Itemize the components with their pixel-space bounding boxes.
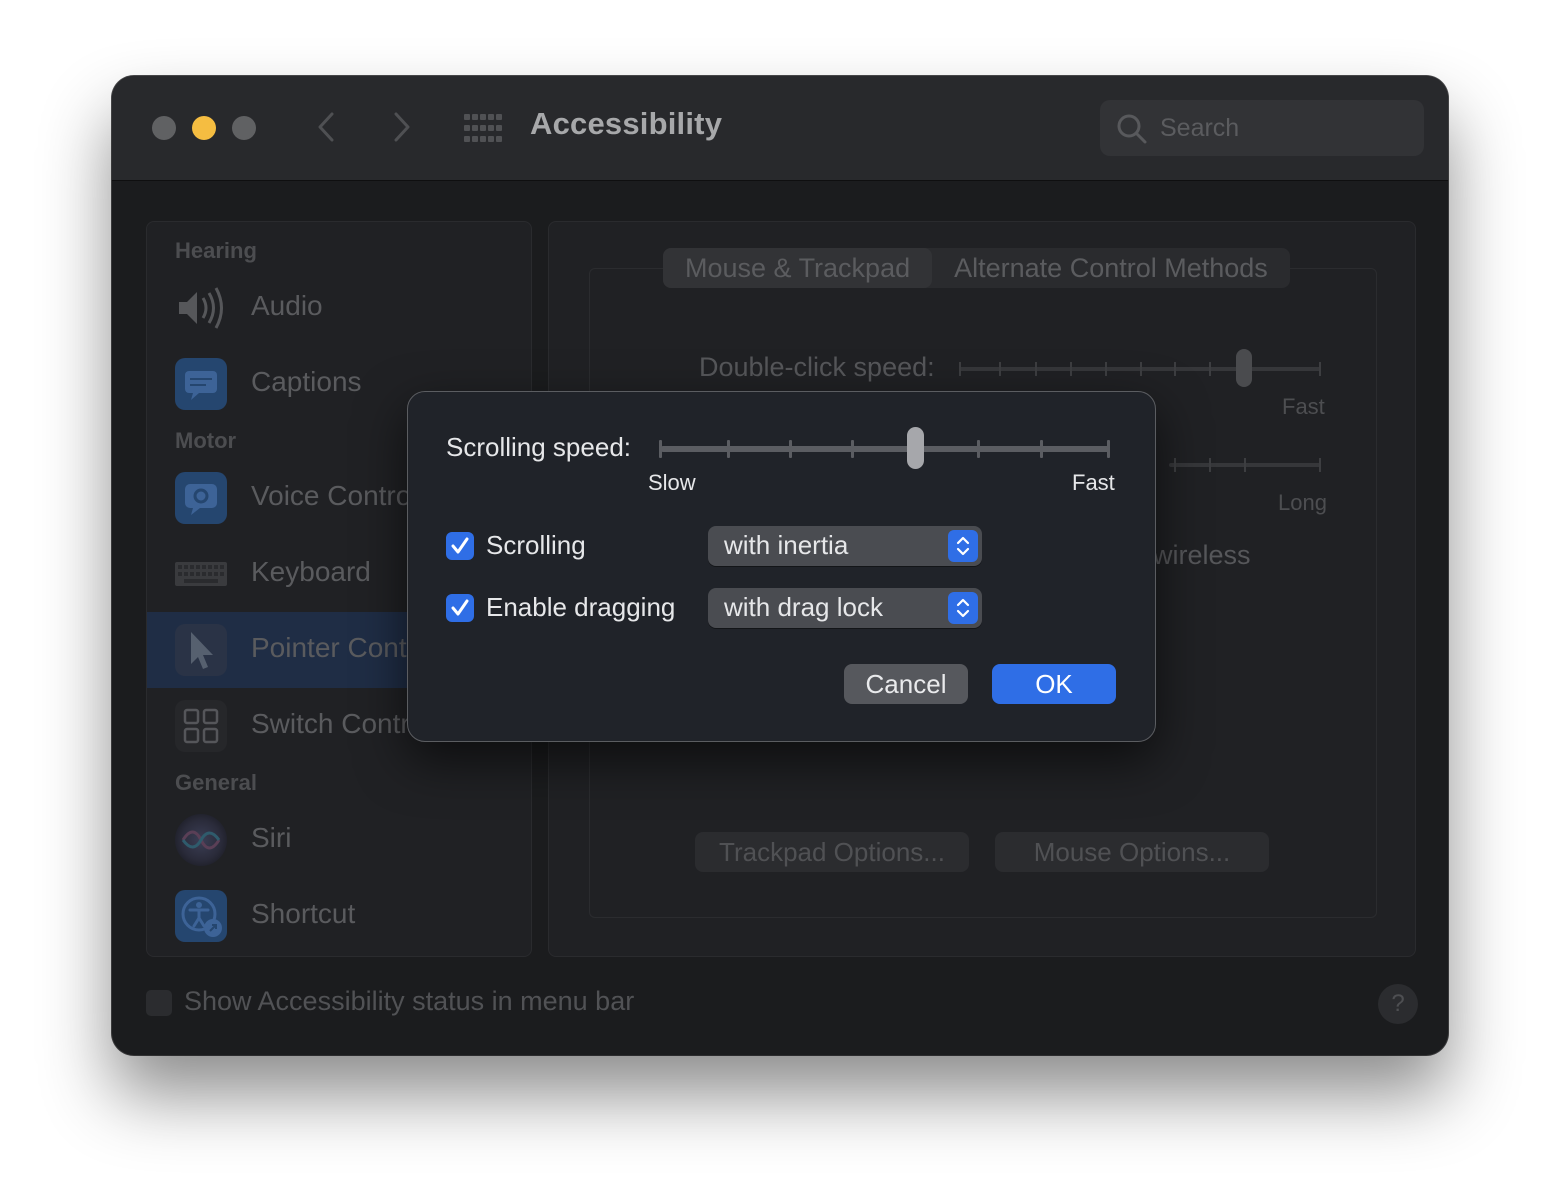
search-input[interactable] [1160, 100, 1410, 156]
slider-tick [1035, 362, 1037, 376]
status-menu-checkbox[interactable] [146, 990, 172, 1016]
slider-tick [727, 440, 730, 458]
siri-icon [175, 814, 227, 866]
sidebar-item-label: Voice Contro [251, 480, 412, 511]
pointer-icon [175, 624, 227, 676]
title-bar: Accessibility [112, 76, 1448, 181]
slider-tick [1070, 362, 1072, 376]
checkmark-icon [451, 599, 469, 616]
slider-tick [1174, 362, 1176, 376]
sidebar-item-label: Switch Contr [251, 708, 410, 739]
double-click-speed-thumb[interactable] [1236, 349, 1252, 387]
sidebar-item-shortcut[interactable]: Shortcut [147, 878, 531, 954]
chevron-up-down-icon [956, 536, 970, 556]
sidebar-item-siri[interactable]: Siri [147, 802, 531, 878]
popup-stepper [948, 592, 978, 624]
sidebar-item-label: Pointer Contr [251, 632, 416, 663]
scrolling-checkbox[interactable] [446, 532, 474, 560]
trackpad-options-button[interactable]: Trackpad Options... [695, 832, 969, 872]
double-click-speed-max-label: Fast [1282, 394, 1325, 419]
show-all-grid-icon[interactable] [464, 114, 502, 142]
scrolling-speed-thumb[interactable] [907, 427, 924, 469]
scrolling-speed-label: Scrolling speed: [446, 432, 631, 462]
slider-tick [1209, 458, 1211, 472]
sidebar-item-label: Captions [251, 366, 362, 397]
search-icon [1117, 114, 1147, 144]
slider-tick [1040, 440, 1043, 458]
slider-tick [1319, 458, 1321, 472]
slider-tick [1174, 458, 1176, 472]
slider-tick [1140, 362, 1142, 376]
tab-alternate-control-methods[interactable]: Alternate Control Methods [932, 248, 1290, 288]
accessibility-shortcut-icon [175, 890, 227, 942]
sidebar-item-label: Siri [251, 822, 292, 853]
double-click-speed-label: Double-click speed: [699, 352, 935, 382]
slider-tick [1107, 440, 1110, 458]
enable-dragging-label: Enable dragging [486, 592, 676, 622]
chevron-up-down-icon [956, 598, 970, 618]
scrolling-label: Scrolling [486, 530, 586, 560]
slider-tick [851, 440, 854, 458]
section-label-motor: Motor [175, 428, 237, 453]
status-menu-label: Show Accessibility status in menu bar [184, 986, 635, 1016]
slider-tick [999, 362, 1001, 376]
slider-tick [789, 440, 792, 458]
wireless-text: wireless [1153, 540, 1251, 570]
slider-min-label: Slow [648, 470, 696, 495]
window-title: Accessibility [530, 106, 723, 141]
minimize-window-button[interactable] [192, 116, 216, 140]
search-field[interactable] [1100, 100, 1424, 156]
slider-tick [1244, 458, 1246, 472]
captions-icon [175, 358, 227, 410]
sidebar-item-label: Shortcut [251, 898, 356, 929]
voice-control-icon [175, 472, 227, 524]
slider-tick [659, 440, 662, 458]
section-label-general: General [175, 770, 257, 795]
slider-tick [1319, 362, 1321, 376]
chevron-right-icon [394, 112, 410, 142]
back-button[interactable] [312, 110, 342, 144]
trackpad-options-dialog: Scrolling speed: Slow Fast Scrolling wit… [407, 391, 1156, 742]
help-button[interactable]: ? [1378, 984, 1418, 1024]
scrolling-mode-select[interactable]: with inertia [708, 526, 982, 566]
dragging-mode-select[interactable]: with drag lock [708, 588, 982, 628]
checkmark-icon [451, 537, 469, 554]
mouse-options-button[interactable]: Mouse Options... [995, 832, 1269, 872]
popup-stepper [948, 530, 978, 562]
keyboard-icon [175, 562, 227, 586]
tab-mouse-trackpad[interactable]: Mouse & Trackpad [663, 248, 933, 288]
tab-bar: Mouse & Trackpad Alternate Control Metho… [663, 248, 1290, 288]
scrolling-mode-value: with inertia [724, 530, 849, 560]
chevron-left-icon [318, 112, 334, 142]
spring-loading-max-label: Long [1278, 490, 1327, 515]
sidebar-item-label: Keyboard [251, 556, 371, 587]
close-window-button[interactable] [152, 116, 176, 140]
sidebar-item-audio[interactable]: Audio [147, 270, 531, 346]
enable-dragging-checkbox[interactable] [446, 594, 474, 622]
forward-button[interactable] [386, 110, 416, 144]
slider-tick [959, 362, 961, 376]
dragging-mode-value: with drag lock [724, 592, 883, 622]
cancel-button[interactable]: Cancel [844, 664, 968, 704]
slider-tick [1209, 362, 1211, 376]
slider-tick [977, 440, 980, 458]
zoom-window-button[interactable] [232, 116, 256, 140]
slider-max-label: Fast [1072, 470, 1115, 495]
sidebar-item-label: Audio [251, 290, 323, 321]
section-label-hearing: Hearing [175, 238, 257, 263]
slider-tick [1105, 362, 1107, 376]
ok-button[interactable]: OK [992, 664, 1116, 704]
switch-control-icon [175, 700, 227, 752]
speaker-icon [179, 287, 223, 329]
